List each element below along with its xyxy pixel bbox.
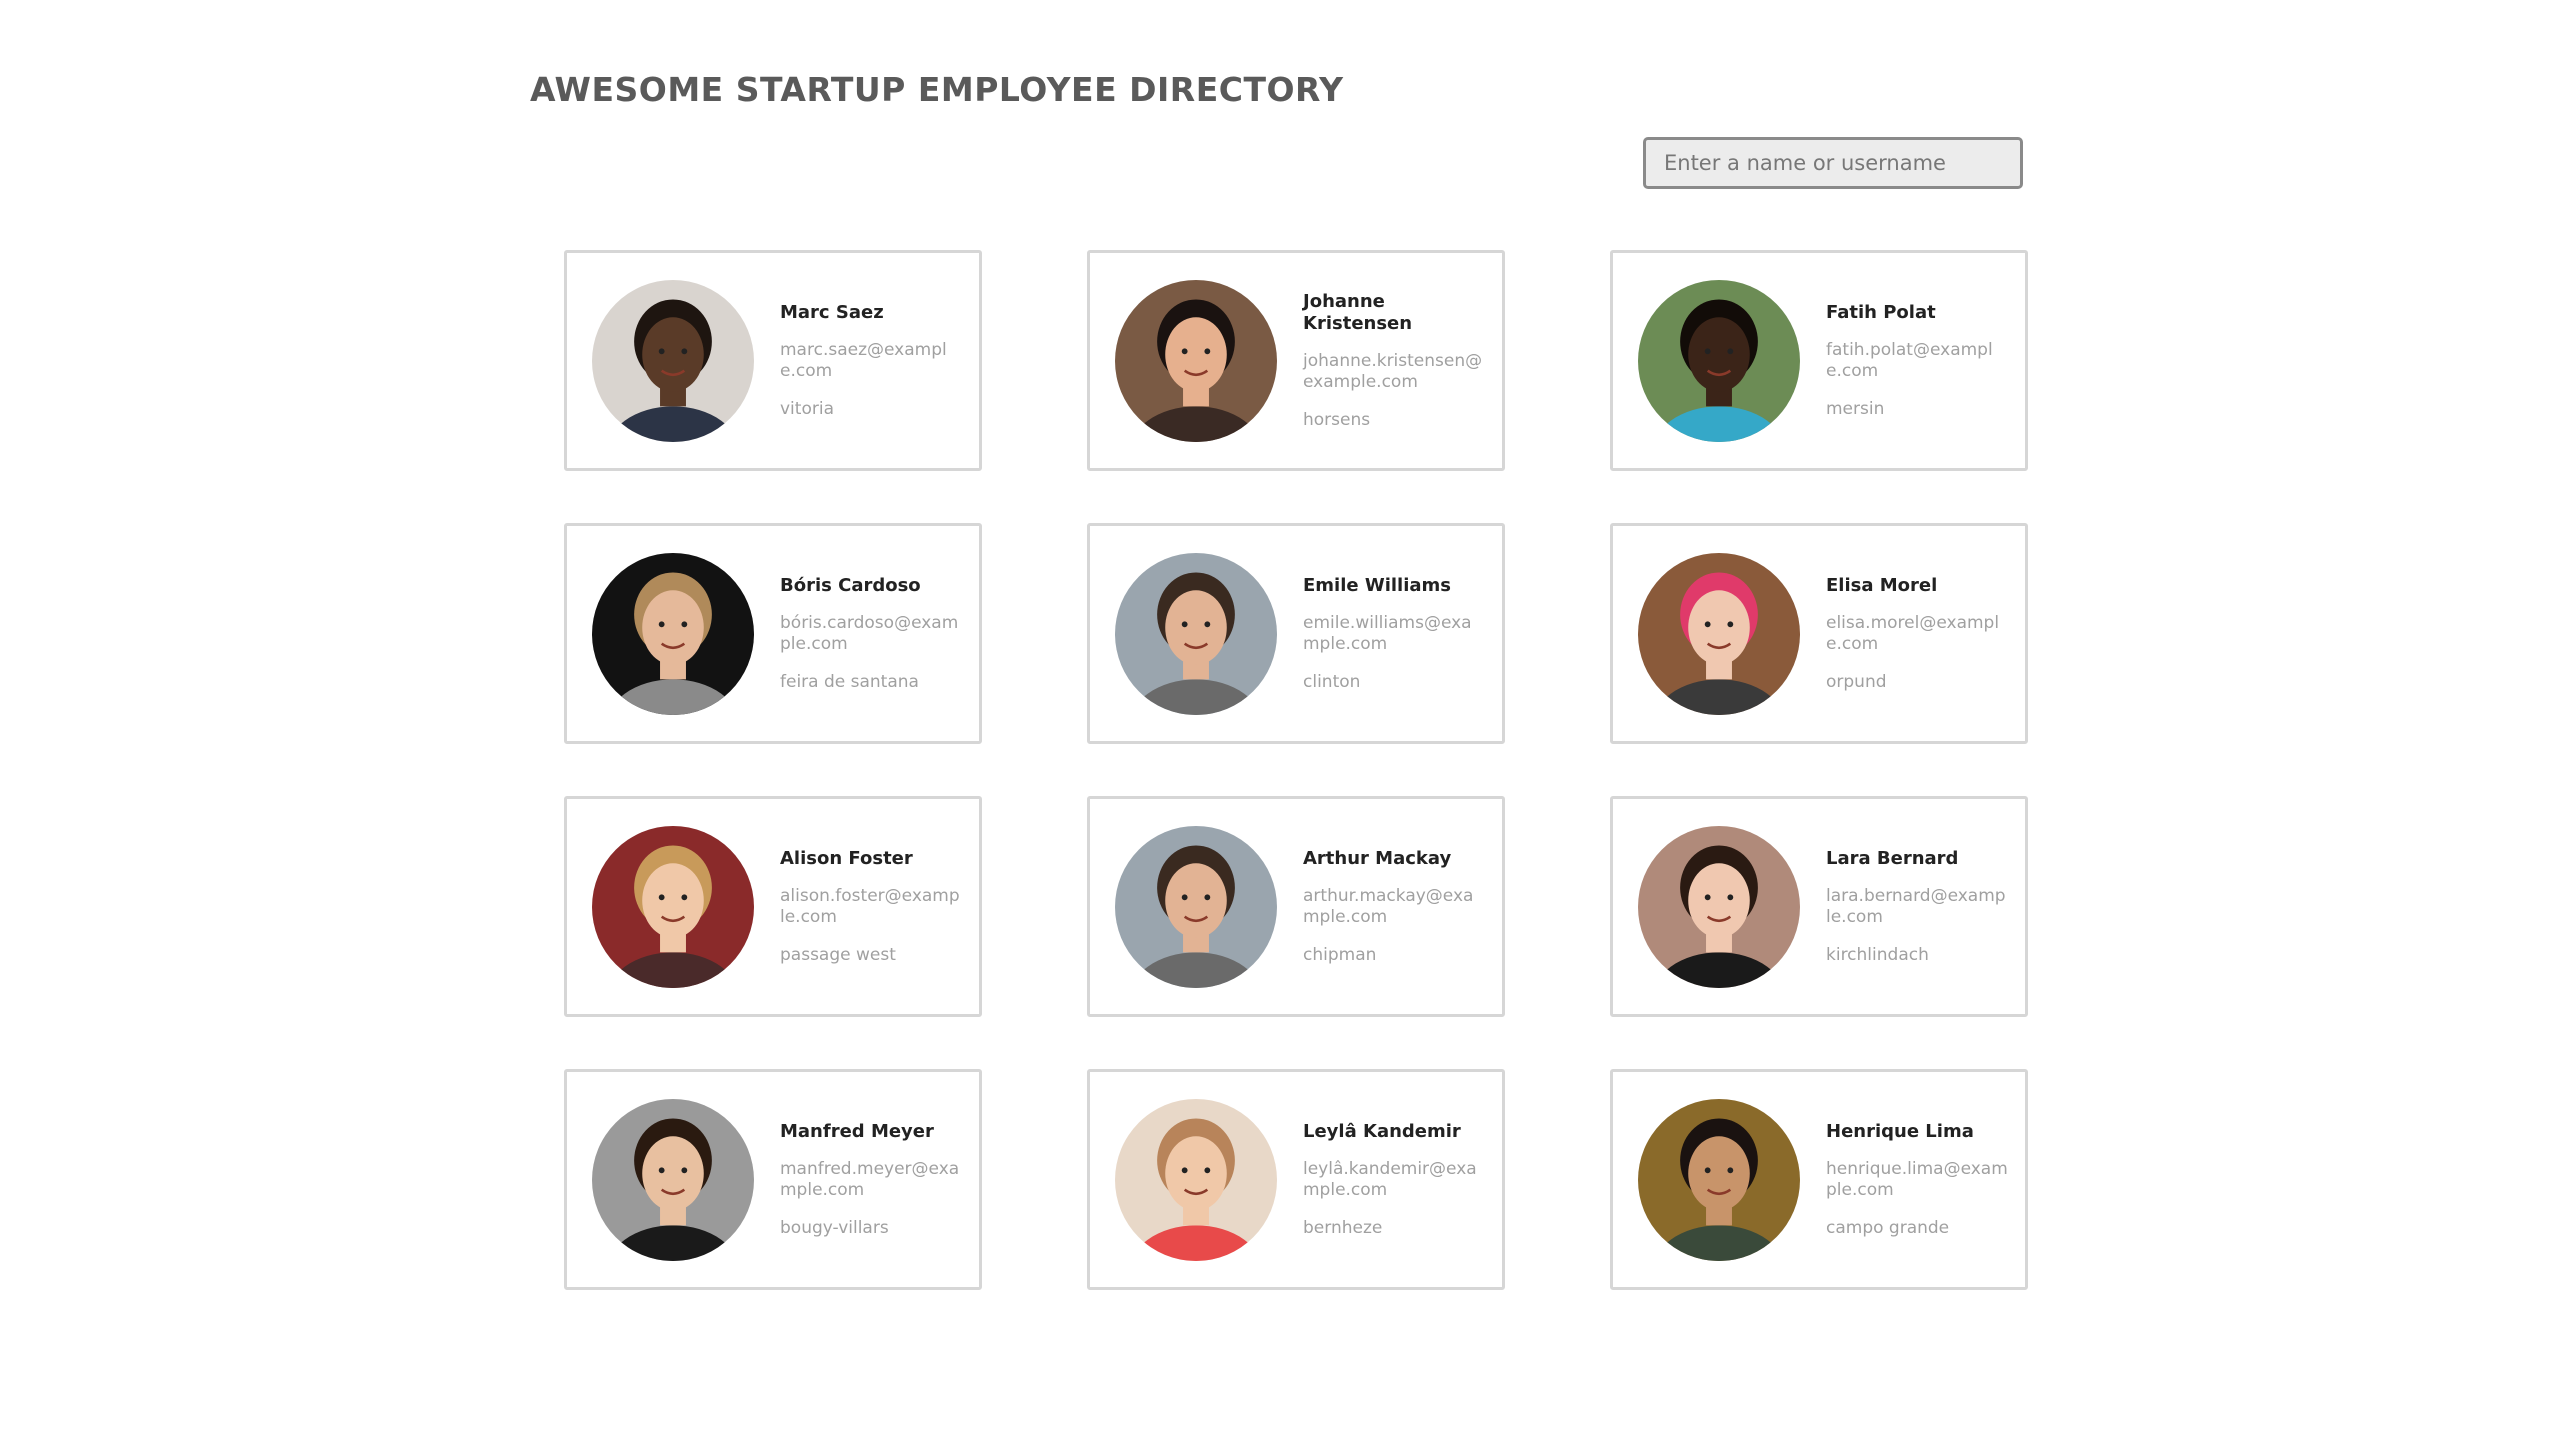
avatar <box>1638 1098 1800 1261</box>
employee-directory-page: AWESOME STARTUP EMPLOYEE DIRECTORY Marc … <box>0 0 2560 1440</box>
employee-email: henrique.lima@example.com <box>1826 1158 2008 1200</box>
employee-name: Manfred Meyer <box>780 1120 934 1142</box>
employee-email: emile.williams@example.com <box>1303 612 1472 654</box>
employee-city: clinton <box>1303 671 1361 692</box>
employee-card[interactable]: Johanne Kristensen johanne.kristensen@exa… <box>1087 250 1505 471</box>
employee-name: Fatih Polat <box>1826 301 1936 323</box>
employee-name: Bóris Cardoso <box>780 574 921 596</box>
employee-city: horsens <box>1303 409 1371 430</box>
employee-city: bernheze <box>1303 1217 1383 1238</box>
employee-city: bougy-villars <box>780 1217 889 1238</box>
employee-grid: Marc Saez marc.saez@example.com vitoria Joh… <box>564 250 2028 1290</box>
employee-city: kirchlindach <box>1826 944 1929 965</box>
employee-info: Henrique Lima henrique.lima@example.com ca… <box>1826 1121 2008 1239</box>
employee-info: Lara Bernard lara.bernard@example.com kirc… <box>1826 848 2008 966</box>
employee-city: chipman <box>1303 944 1377 965</box>
employee-name: Elisa Morel <box>1826 574 1938 596</box>
avatar <box>592 279 754 442</box>
employee-card[interactable]: Elisa Morel elisa.morel@example.com orpund <box>1610 523 2028 744</box>
employee-card[interactable]: Arthur Mackay arthur.mackay@example.com ch… <box>1087 796 1505 1017</box>
employee-email: bóris.cardoso@example.com <box>780 612 959 654</box>
employee-info: Marc Saez marc.saez@example.com vitoria <box>780 302 962 420</box>
avatar <box>1115 279 1277 442</box>
employee-email: leylâ.kandemir@example.com <box>1303 1158 1477 1200</box>
avatar <box>1638 279 1800 442</box>
employee-info: Emile Williams emile.williams@example.com… <box>1303 575 1485 693</box>
employee-email: manfred.meyer@example.com <box>780 1158 960 1200</box>
header: AWESOME STARTUP EMPLOYEE DIRECTORY <box>530 70 2030 109</box>
avatar <box>1638 825 1800 988</box>
employee-info: Fatih Polat fatih.polat@example.com mersin <box>1826 302 2008 420</box>
employee-card[interactable]: Leylâ Kandemir leylâ.kandemir@example.com… <box>1087 1069 1505 1290</box>
avatar <box>592 552 754 715</box>
employee-email: johanne.kristensen@example.com <box>1303 350 1483 392</box>
employee-name: Marc Saez <box>780 301 884 323</box>
employee-info: Leylâ Kandemir leylâ.kandemir@example.com… <box>1303 1121 1485 1239</box>
employee-card[interactable]: Bóris Cardoso bóris.cardoso@example.com fe… <box>564 523 982 744</box>
employee-card[interactable]: Emile Williams emile.williams@example.com… <box>1087 523 1505 744</box>
avatar <box>1115 552 1277 715</box>
avatar <box>1115 1098 1277 1261</box>
employee-city: campo grande <box>1826 1217 1950 1238</box>
employee-city: vitoria <box>780 398 834 419</box>
employee-city: mersin <box>1826 398 1885 419</box>
employee-card[interactable]: Alison Foster alison.foster@example.com pa… <box>564 796 982 1017</box>
employee-info: Manfred Meyer manfred.meyer@example.com bo… <box>780 1121 962 1239</box>
employee-info: Arthur Mackay arthur.mackay@example.com ch… <box>1303 848 1485 966</box>
avatar <box>1638 552 1800 715</box>
employee-name: Leylâ Kandemir <box>1303 1120 1461 1142</box>
employee-name: Lara Bernard <box>1826 847 1959 869</box>
avatar <box>592 825 754 988</box>
employee-name: Emile Williams <box>1303 574 1452 596</box>
employee-card[interactable]: Henrique Lima henrique.lima@example.com ca… <box>1610 1069 2028 1290</box>
employee-info: Alison Foster alison.foster@example.com pa… <box>780 848 962 966</box>
employee-info: Bóris Cardoso bóris.cardoso@example.com fe… <box>780 575 962 693</box>
page-title: AWESOME STARTUP EMPLOYEE DIRECTORY <box>530 70 1344 109</box>
employee-info: Elisa Morel elisa.morel@example.com orpund <box>1826 575 2008 693</box>
employee-name: Johanne Kristensen <box>1303 290 1413 334</box>
employee-email: lara.bernard@example.com <box>1826 885 2006 927</box>
employee-city: orpund <box>1826 671 1887 692</box>
employee-name: Alison Foster <box>780 847 913 869</box>
avatar <box>1115 825 1277 988</box>
search-input[interactable] <box>1643 137 2023 189</box>
employee-card[interactable]: Lara Bernard lara.bernard@example.com kirc… <box>1610 796 2028 1017</box>
employee-city: passage west <box>780 944 896 965</box>
employee-name: Henrique Lima <box>1826 1120 1974 1142</box>
avatar <box>592 1098 754 1261</box>
employee-city: feira de santana <box>780 671 919 692</box>
employee-name: Arthur Mackay <box>1303 847 1452 869</box>
employee-card[interactable]: Manfred Meyer manfred.meyer@example.com bo… <box>564 1069 982 1290</box>
employee-email: fatih.polat@example.com <box>1826 339 1993 381</box>
employee-info: Johanne Kristensen johanne.kristensen@exa… <box>1303 291 1485 431</box>
employee-card[interactable]: Marc Saez marc.saez@example.com vitoria <box>564 250 982 471</box>
employee-email: elisa.morel@example.com <box>1826 612 2000 654</box>
employee-email: marc.saez@example.com <box>780 339 947 381</box>
employee-card[interactable]: Fatih Polat fatih.polat@example.com mersin <box>1610 250 2028 471</box>
employee-email: arthur.mackay@example.com <box>1303 885 1474 927</box>
employee-email: alison.foster@example.com <box>780 885 960 927</box>
